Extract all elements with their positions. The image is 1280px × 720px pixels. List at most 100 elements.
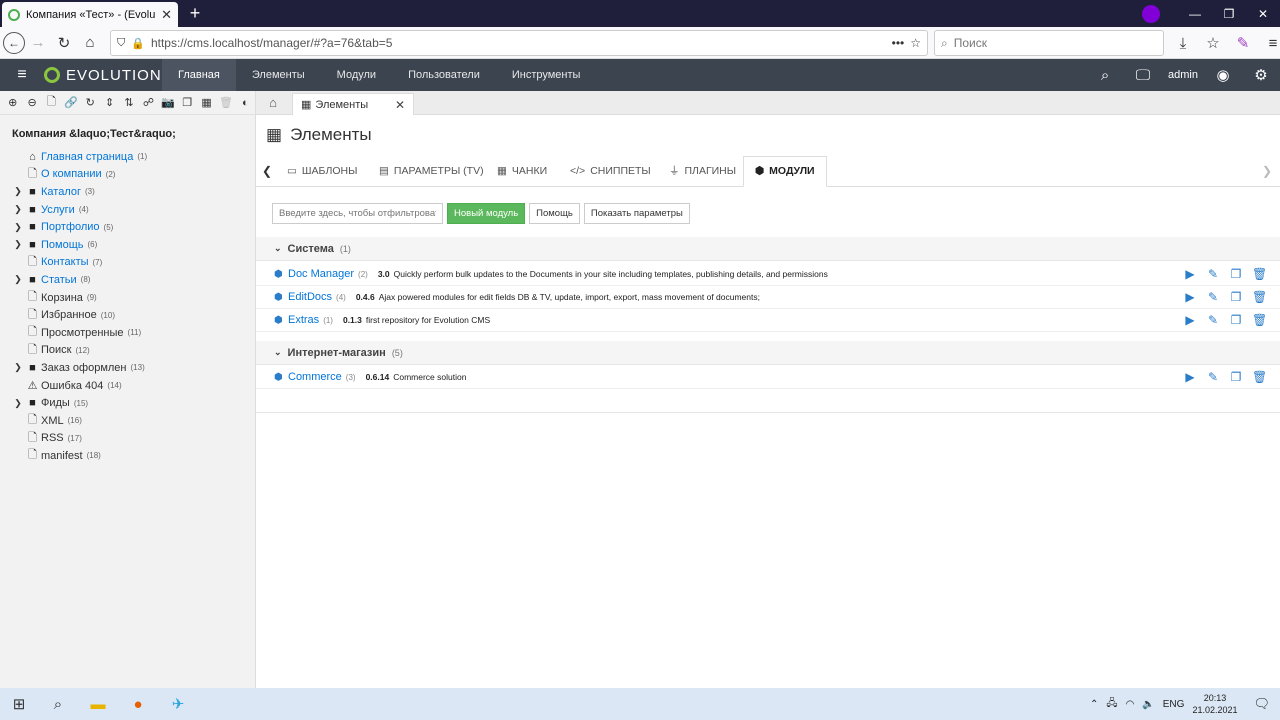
tree-item[interactable]: ❯ ■ Услуги (4): [10, 201, 250, 219]
search-icon[interactable]: ⌕: [38, 688, 78, 720]
chevron-right-icon[interactable]: ❯: [10, 362, 26, 373]
extension-icon[interactable]: ✎: [1230, 30, 1256, 56]
unpublished-filter-icon[interactable]: ☍: [139, 96, 158, 109]
module-name[interactable]: EditDocs: [288, 291, 332, 303]
files-icon[interactable]: ❐: [178, 96, 197, 109]
duplicate-icon[interactable]: ❐: [1229, 290, 1243, 304]
tree-item[interactable]: ⌂ Главная страница (1): [10, 148, 250, 166]
module-name[interactable]: Doc Manager: [288, 268, 354, 280]
bookmark-star-icon[interactable]: ☆: [910, 36, 921, 50]
user-avatar-icon[interactable]: ◉: [1204, 66, 1242, 84]
menu-modules[interactable]: Модули: [321, 59, 392, 91]
forward-button[interactable]: →: [25, 30, 51, 56]
tree-item[interactable]: 🗋 manifest (18): [10, 447, 250, 465]
duplicate-icon[interactable]: ❐: [1229, 313, 1243, 327]
tree-item[interactable]: 🗋 Корзина (9): [10, 289, 250, 307]
evolution-logo[interactable]: EVOLUTION: [44, 67, 162, 84]
chevron-right-icon[interactable]: ❯: [1262, 164, 1272, 178]
run-play-icon[interactable]: ▶: [1183, 313, 1197, 327]
module-name[interactable]: Commerce: [288, 371, 342, 383]
downloads-icon[interactable]: ⤓: [1170, 30, 1196, 56]
reload-button[interactable]: ↻: [51, 30, 77, 56]
close-window-button[interactable]: ✕: [1246, 7, 1280, 21]
elements-grid-icon[interactable]: ▦: [197, 96, 216, 109]
volume-icon[interactable]: 🔈: [1142, 699, 1154, 710]
tree-item[interactable]: ❯ ■ Фиды (15): [10, 394, 250, 412]
tree-item[interactable]: 🗋 О компании (2): [10, 166, 250, 184]
duplicate-icon[interactable]: ❐: [1229, 370, 1243, 384]
tree-item[interactable]: 🗋 Поиск (12): [10, 342, 250, 360]
delete-trash-icon[interactable]: 🗑: [1252, 370, 1267, 384]
collections-icon[interactable]: ☆: [1200, 30, 1226, 56]
home-button[interactable]: ⌂: [77, 30, 103, 56]
edit-icon[interactable]: ✎: [1206, 267, 1220, 281]
run-play-icon[interactable]: ▶: [1183, 267, 1197, 281]
tree-item[interactable]: ❯ ■ Каталог (3): [10, 183, 250, 201]
module-name[interactable]: Extras: [288, 314, 319, 326]
home-tab-icon[interactable]: ⌂: [256, 91, 290, 115]
maximize-button[interactable]: ❐: [1212, 7, 1246, 21]
new-tab-button[interactable]: +: [184, 2, 206, 24]
tree-item[interactable]: ❯ ■ Помощь (6): [10, 236, 250, 254]
settings-gears-icon[interactable]: ⚙: [1242, 66, 1280, 84]
chevron-up-icon[interactable]: ⌃: [1090, 699, 1098, 710]
chevron-right-icon[interactable]: ❯: [10, 239, 26, 250]
tree-item[interactable]: 🗋 Контакты (7): [10, 254, 250, 272]
chevron-right-icon[interactable]: ❯: [10, 398, 26, 409]
browser-tab[interactable]: Компания «Тест» - (Evolution ✕: [2, 2, 178, 27]
edit-icon[interactable]: ✎: [1206, 290, 1220, 304]
category-header[interactable]: ⌄ Интернет-магазин (5): [256, 341, 1280, 365]
delete-trash-icon[interactable]: 🗑: [1252, 313, 1267, 327]
menu-elements[interactable]: Элементы: [236, 59, 321, 91]
run-play-icon[interactable]: ▶: [1183, 370, 1197, 384]
run-play-icon[interactable]: ▶: [1183, 290, 1197, 304]
elements-tab[interactable]: ▦ Элементы ✕: [292, 93, 414, 115]
close-tab-icon[interactable]: ✕: [161, 7, 172, 23]
chevron-right-icon[interactable]: ❯: [10, 274, 26, 285]
back-button[interactable]: ←: [3, 31, 25, 54]
preview-monitor-icon[interactable]: 🖵: [1124, 67, 1162, 84]
shield-icon[interactable]: ⛉: [117, 37, 125, 50]
tab-plugins[interactable]: ⏚ ПЛАГИНЫ: [669, 156, 736, 187]
telegram-icon[interactable]: ✈: [158, 688, 198, 720]
chevron-right-icon[interactable]: ❯: [10, 186, 26, 197]
site-name[interactable]: Компания &laquo;Тест&raquo;: [12, 128, 176, 140]
tab-modules[interactable]: ⬢ МОДУЛИ: [743, 156, 827, 187]
delete-trash-icon[interactable]: 🗑: [1252, 290, 1267, 304]
menu-users[interactable]: Пользователи: [392, 59, 496, 91]
minimize-button[interactable]: —: [1178, 7, 1212, 21]
refresh-tree-icon[interactable]: ↻: [81, 96, 100, 109]
tab-tv-params[interactable]: ▤ ПАРАМЕТРЫ (TV): [379, 156, 484, 187]
duplicate-icon[interactable]: ❐: [1229, 267, 1243, 281]
menu-home[interactable]: Главная: [162, 59, 236, 91]
new-module-button[interactable]: Новый модуль: [447, 203, 526, 224]
language-indicator[interactable]: ENG: [1163, 699, 1185, 710]
menu-tools[interactable]: Инструменты: [496, 59, 597, 91]
browser-search-box[interactable]: ⌕ Поиск: [934, 30, 1164, 56]
chevron-right-icon[interactable]: ❯: [10, 204, 26, 215]
expand-all-icon[interactable]: ⊕: [3, 96, 22, 109]
clock[interactable]: 20:13 21.02.2021: [1192, 692, 1237, 716]
theme-toggle-icon[interactable]: ◐: [236, 97, 255, 109]
tree-item[interactable]: ⚠ Ошибка 404 (14): [10, 377, 250, 395]
collapse-all-icon[interactable]: ⊖: [22, 96, 41, 109]
lock-warning-icon[interactable]: 🔒: [131, 37, 145, 50]
menu-icon[interactable]: ≡: [1260, 30, 1280, 56]
tree-item[interactable]: ❯ ■ Статьи (8): [10, 271, 250, 289]
tree-item[interactable]: 🗋 XML (16): [10, 412, 250, 430]
notifications-icon[interactable]: 🗨: [1253, 696, 1270, 712]
show-params-button[interactable]: Показать параметры: [583, 203, 690, 224]
delete-trash-icon[interactable]: 🗑: [1252, 267, 1267, 281]
trash-icon[interactable]: 🗑: [216, 96, 235, 109]
tree-item[interactable]: ❯ ■ Заказ оформлен (13): [10, 359, 250, 377]
hamburger-menu-icon[interactable]: ≡: [0, 66, 44, 84]
tree-item[interactable]: 🗋 RSS (17): [10, 430, 250, 448]
address-bar[interactable]: ⛉ 🔒 https://cms.localhost/manager/#?a=76…: [110, 30, 928, 56]
edit-icon[interactable]: ✎: [1206, 370, 1220, 384]
tree-item[interactable]: 🗋 Избранное (10): [10, 306, 250, 324]
tree-item[interactable]: 🗋 Просмотренные (11): [10, 324, 250, 342]
url-text[interactable]: https://cms.localhost/manager/#?a=76&tab…: [151, 36, 886, 50]
chevron-left-icon[interactable]: ❮: [262, 164, 272, 178]
new-weblink-icon[interactable]: 🔗: [61, 96, 80, 109]
username[interactable]: admin: [1162, 69, 1204, 81]
